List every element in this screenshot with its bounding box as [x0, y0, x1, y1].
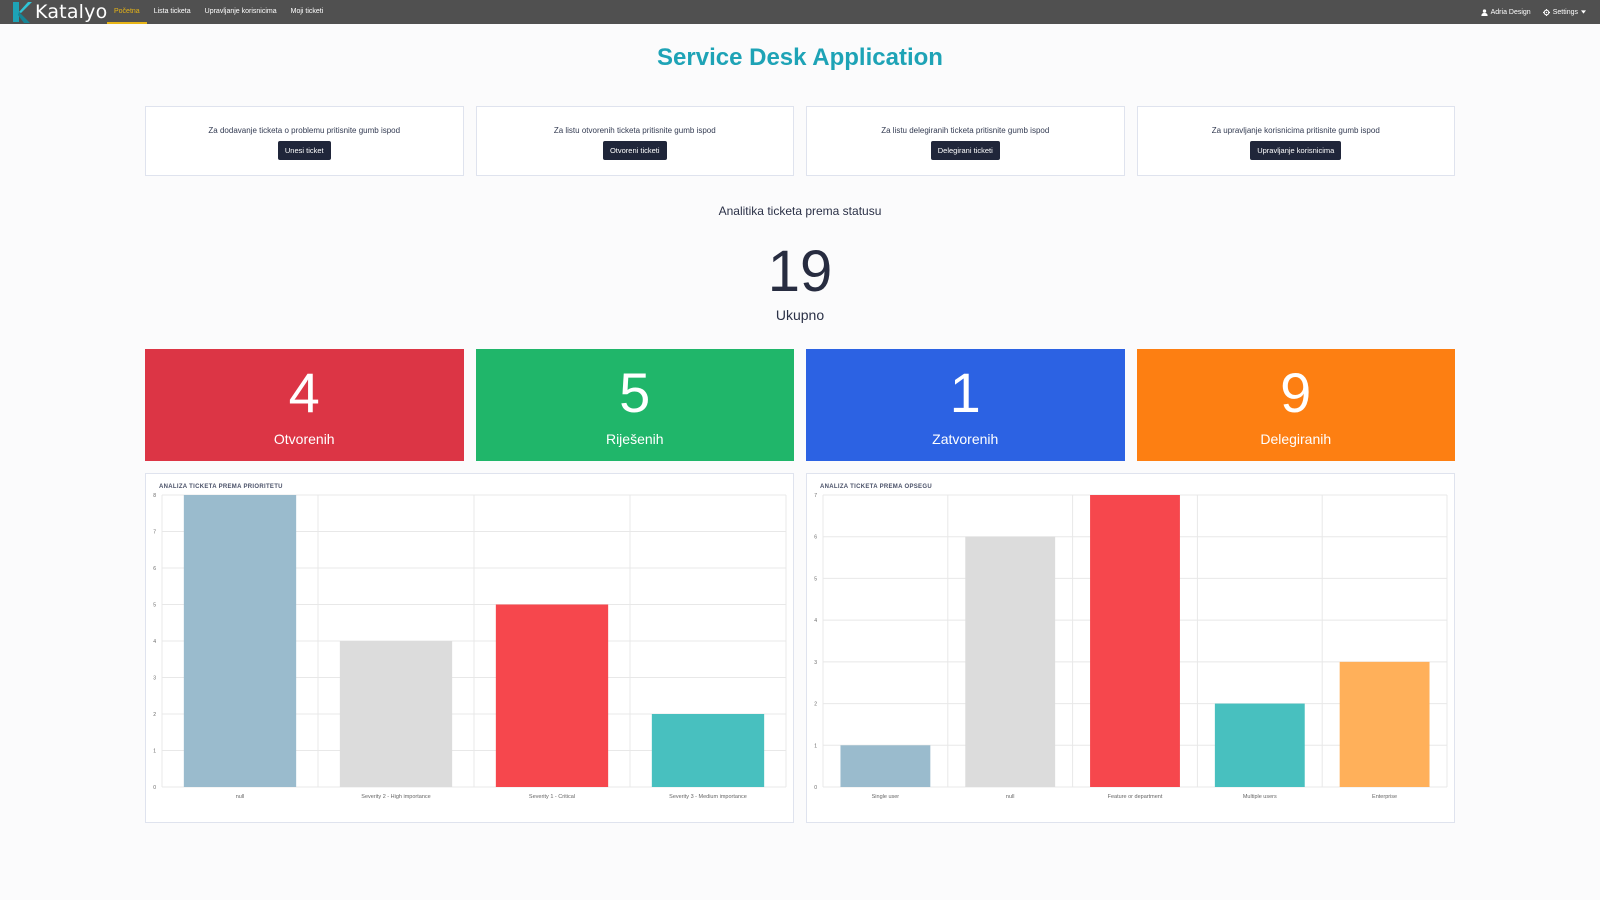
- bar[interactable]: [965, 536, 1056, 787]
- y-tick-label: 4: [814, 618, 817, 624]
- priority-bar-chart: 0 1 2 3 4 5 6 7 8 null Severity 2 - High importanc…: [153, 493, 787, 800]
- nav-link-upravljanje-korisnicima[interactable]: Upravljanje korisnicima: [198, 0, 284, 24]
- delegated-tickets-button[interactable]: Delegirani ticketi: [930, 141, 1000, 160]
- user-menu[interactable]: Adria Design: [1480, 8, 1531, 16]
- stat-tile-delegated[interactable]: 9 Delegiranih: [1136, 349, 1455, 461]
- stat-label: Otvorenih: [273, 431, 335, 447]
- stat-label: Delegiranih: [1260, 431, 1332, 447]
- stat-label: Zatvorenih: [932, 431, 999, 447]
- action-card-user-management: Za upravljanje korisnicima pritisnite gu…: [1136, 106, 1455, 176]
- bar[interactable]: [840, 745, 931, 787]
- x-tick-label: null: [1006, 794, 1015, 800]
- scope-chart-panel: ANALIZA TICKETA PREMA OPSEGU 0 1 2 3 4 5 6 7 Sin…: [806, 473, 1455, 823]
- nav-right: Adria Design Settings: [1480, 0, 1586, 24]
- brand-logo[interactable]: Katalyo: [10, 0, 107, 24]
- bar[interactable]: [183, 495, 297, 787]
- gear-icon: [1542, 8, 1550, 16]
- y-tick-label: 0: [814, 785, 817, 791]
- bar[interactable]: [1339, 661, 1430, 787]
- open-tickets-button[interactable]: Otvoreni ticketi: [602, 141, 667, 160]
- stat-tile-resolved[interactable]: 5 Riješenih: [475, 349, 794, 461]
- action-card-text: Za dodavanje ticketa o problemu pritisni…: [208, 126, 401, 135]
- total-label: Ukupno: [775, 307, 825, 323]
- settings-label: Settings: [1552, 8, 1578, 16]
- x-tick-label: Severity 2 - High importance: [361, 794, 430, 800]
- top-navbar: Katalyo Početna Lista ticketa Upravljanj…: [0, 0, 1600, 24]
- action-card-delegated-tickets: Za listu delegiranih ticketa pritisnite …: [806, 106, 1125, 176]
- status-tiles: 4 Otvorenih 5 Riješenih 1 Zatvorenih 9 D…: [145, 349, 1455, 461]
- user-name: Adria Design: [1490, 8, 1531, 16]
- x-tick-label: Multiple users: [1243, 794, 1277, 800]
- action-card-text: Za upravljanje korisnicima pritisnite gu…: [1211, 126, 1380, 135]
- y-tick-label: 6: [153, 566, 156, 572]
- analytics-title: Analitika ticketa prema statusu: [718, 204, 882, 218]
- action-card-open-tickets: Za listu otvorenih ticketa pritisnite gu…: [475, 106, 794, 176]
- x-tick-label: Single user: [872, 794, 900, 800]
- caret-down-icon: [1581, 10, 1586, 14]
- y-tick-label: 6: [814, 535, 817, 541]
- nav-link-pocetna[interactable]: Početna: [107, 0, 147, 24]
- x-tick-label: Feature or department: [1108, 794, 1163, 800]
- bar[interactable]: [651, 714, 765, 787]
- x-tick-label: Severity 3 - Medium importance: [669, 794, 747, 800]
- stat-value: 4: [288, 361, 320, 424]
- total-count: 19: [767, 239, 833, 304]
- action-cards: Za dodavanje ticketa o problemu pritisni…: [145, 106, 1455, 176]
- x-tick-label: Enterprise: [1372, 794, 1397, 800]
- bar[interactable]: [1090, 495, 1180, 787]
- y-tick-label: 1: [814, 743, 817, 749]
- y-tick-label: 5: [814, 576, 817, 582]
- priority-chart-panel: ANALIZA TICKETA PREMA PRIORITETU 0123456…: [145, 473, 794, 823]
- stat-value: 9: [1280, 361, 1312, 424]
- y-tick-label: 4: [153, 639, 156, 645]
- action-card-text: Za listu otvorenih ticketa pritisnite gu…: [553, 126, 716, 135]
- action-card-add-ticket: Za dodavanje ticketa o problemu pritisni…: [145, 106, 464, 176]
- user-management-button[interactable]: Upravljanje korisnicima: [1250, 141, 1342, 160]
- main-nav: Početna Lista ticketa Upravljanje korisn…: [107, 0, 330, 24]
- add-ticket-button[interactable]: Unesi ticket: [277, 141, 331, 160]
- stat-tile-open[interactable]: 4 Otvorenih: [145, 349, 464, 461]
- y-tick-label: 3: [814, 660, 817, 666]
- scope-bar-chart: 0 1 2 3 4 5 6 7 Single user null Feature or depart…: [814, 493, 1448, 800]
- nav-link-lista-ticketa[interactable]: Lista ticketa: [147, 0, 198, 24]
- stat-tile-closed[interactable]: 1 Zatvorenih: [806, 349, 1125, 461]
- bar[interactable]: [339, 641, 453, 787]
- y-tick-label: 2: [814, 702, 817, 708]
- y-tick-label: 5: [153, 603, 156, 609]
- y-tick-label: 0: [153, 785, 156, 791]
- action-card-text: Za listu delegiranih ticketa pritisnite …: [881, 126, 1050, 135]
- y-tick-label: 7: [814, 493, 817, 499]
- settings-menu[interactable]: Settings: [1542, 8, 1586, 16]
- stat-label: Riješenih: [605, 431, 664, 447]
- page-title: Service Desk Application: [657, 44, 943, 71]
- y-tick-label: 7: [153, 530, 156, 536]
- bar[interactable]: [495, 604, 609, 788]
- x-tick-label: null: [236, 794, 245, 800]
- nav-link-moji-ticketi[interactable]: Moji ticketi: [284, 0, 331, 24]
- x-tick-label: Severity 1 - Critical: [529, 794, 575, 800]
- y-tick-label: 2: [153, 712, 156, 718]
- user-icon: [1480, 8, 1488, 16]
- y-tick-label: 3: [153, 676, 156, 682]
- brand-name: Katalyo: [35, 1, 108, 23]
- stat-value: 1: [949, 361, 981, 424]
- y-tick-label: 1: [153, 749, 156, 755]
- stat-value: 5: [619, 361, 651, 424]
- y-tick-label: 8: [153, 493, 156, 499]
- bar[interactable]: [1214, 703, 1305, 787]
- katalyo-logo-icon: [13, 2, 32, 23]
